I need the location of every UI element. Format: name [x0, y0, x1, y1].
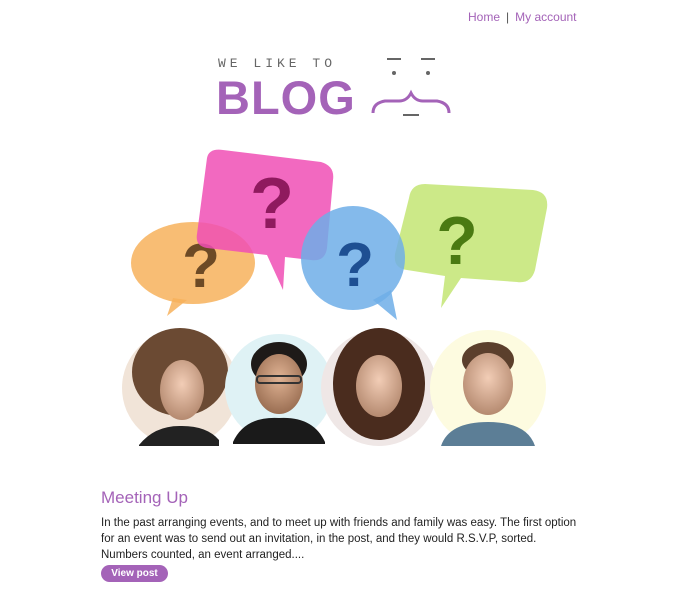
top-nav: Home | My account	[468, 10, 577, 24]
post-title[interactable]: Meeting Up	[101, 488, 188, 508]
green-bubble: ?	[394, 184, 548, 308]
portrait-man-1	[225, 334, 333, 444]
svg-text:?: ?	[336, 231, 374, 300]
svg-text:?: ?	[436, 203, 478, 279]
post-excerpt: In the past arranging events, and to mee…	[101, 517, 577, 561]
portrait-woman-1	[122, 328, 238, 446]
logo-tagline: WE LIKE TO	[218, 56, 337, 71]
portrait-man-2	[430, 330, 546, 446]
svg-text:?: ?	[250, 164, 294, 244]
nav-separator: |	[506, 10, 510, 24]
view-post-button[interactable]: View post	[101, 565, 168, 582]
logo-face-icon	[371, 58, 451, 116]
blue-bubble: ?	[301, 206, 405, 320]
logo-word: BLOG	[216, 71, 356, 124]
my-account-link[interactable]: My account	[515, 10, 576, 24]
home-link[interactable]: Home	[468, 10, 500, 24]
hero-illustration: ? ? ? ?	[122, 149, 548, 446]
portrait-woman-2	[321, 328, 437, 446]
site-logo[interactable]: WE LIKE TO BLOG	[216, 53, 456, 124]
